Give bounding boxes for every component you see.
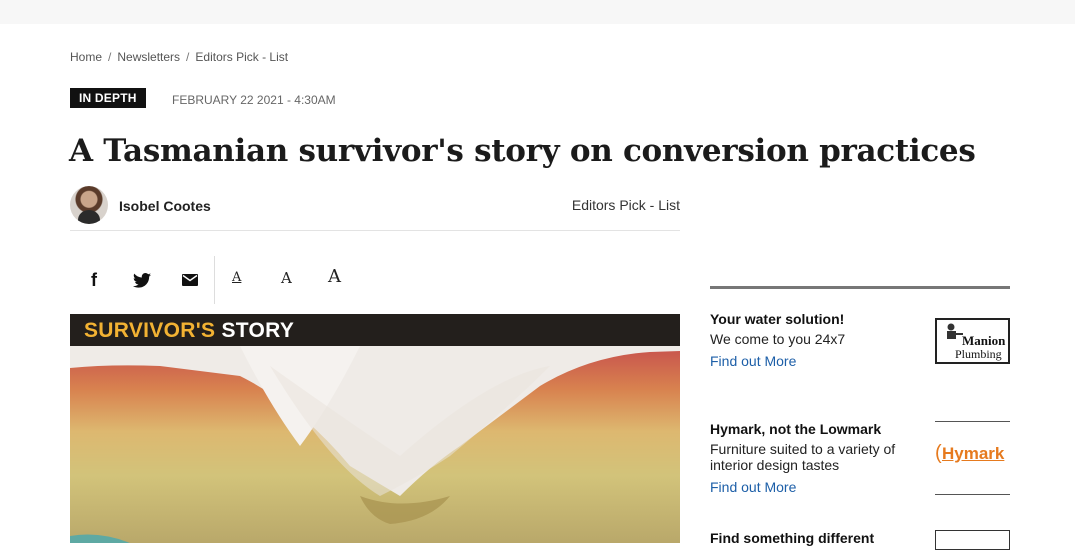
logo-bracket: (	[935, 442, 942, 464]
breadcrumb-newsletters[interactable]: Newsletters	[117, 50, 180, 64]
in-depth-badge[interactable]: IN DEPTH	[70, 88, 146, 108]
plumber-icon	[947, 323, 963, 339]
hero-title-part1: SURVIVOR'S	[84, 319, 216, 342]
breadcrumb: Home / Newsletters / Editors Pick - List	[70, 50, 288, 64]
toolbar-divider	[214, 256, 215, 304]
hymark-logo[interactable]: ( Hymark	[935, 431, 1010, 477]
font-size-medium-button[interactable]: A	[281, 269, 292, 287]
logo-text: Hymark	[942, 444, 1005, 463]
hero-title-part2: STORY	[215, 319, 295, 342]
ad-description: We come to you 24x7	[710, 331, 846, 347]
author-row: Isobel Cootes Editors Pick - List	[70, 186, 680, 231]
ad-logo[interactable]	[935, 530, 1010, 550]
share-toolbar: f A A A	[70, 256, 400, 304]
ad-card[interactable]: Find something different	[710, 530, 1010, 550]
email-icon[interactable]	[178, 268, 202, 292]
ad-find-out-more-link[interactable]: Find out More	[710, 479, 1010, 495]
hero-hands-graphic	[70, 346, 680, 543]
hero-image: SURVIVOR'S STORY	[70, 314, 680, 543]
section-link[interactable]: Editors Pick - List	[572, 197, 680, 213]
breadcrumb-home[interactable]: Home	[70, 50, 102, 64]
facebook-icon[interactable]: f	[82, 268, 106, 292]
font-size-large-button[interactable]: A	[328, 266, 341, 287]
breadcrumb-current[interactable]: Editors Pick - List	[195, 50, 288, 64]
twitter-icon[interactable]	[130, 268, 154, 292]
hero-title-bar: SURVIVOR'S STORY	[70, 314, 680, 346]
sidebar-rule	[710, 286, 1010, 289]
top-bar	[0, 0, 1075, 24]
hero-title: SURVIVOR'S STORY	[84, 319, 294, 343]
breadcrumb-separator: /	[108, 50, 112, 64]
breadcrumb-separator: /	[186, 50, 190, 64]
manion-plumbing-logo[interactable]: Manion Plumbing	[935, 318, 1010, 364]
author-name[interactable]: Isobel Cootes	[119, 198, 211, 214]
ad-card[interactable]: Your water solution! We come to you 24x7…	[710, 311, 1010, 369]
ad-card[interactable]: Hymark, not the Lowmark Furniture suited…	[710, 421, 1010, 495]
article-title: A Tasmanian survivor's story on conversi…	[69, 133, 976, 169]
publish-date: FEBRUARY 22 2021 - 4:30AM	[172, 93, 336, 107]
font-size-small-button[interactable]: A	[232, 270, 241, 285]
author-avatar[interactable]	[70, 186, 108, 224]
logo-line2: Plumbing	[955, 347, 1002, 361]
ad-description: Furniture suited to a variety of interio…	[710, 441, 896, 473]
ad-divider	[935, 494, 1010, 495]
